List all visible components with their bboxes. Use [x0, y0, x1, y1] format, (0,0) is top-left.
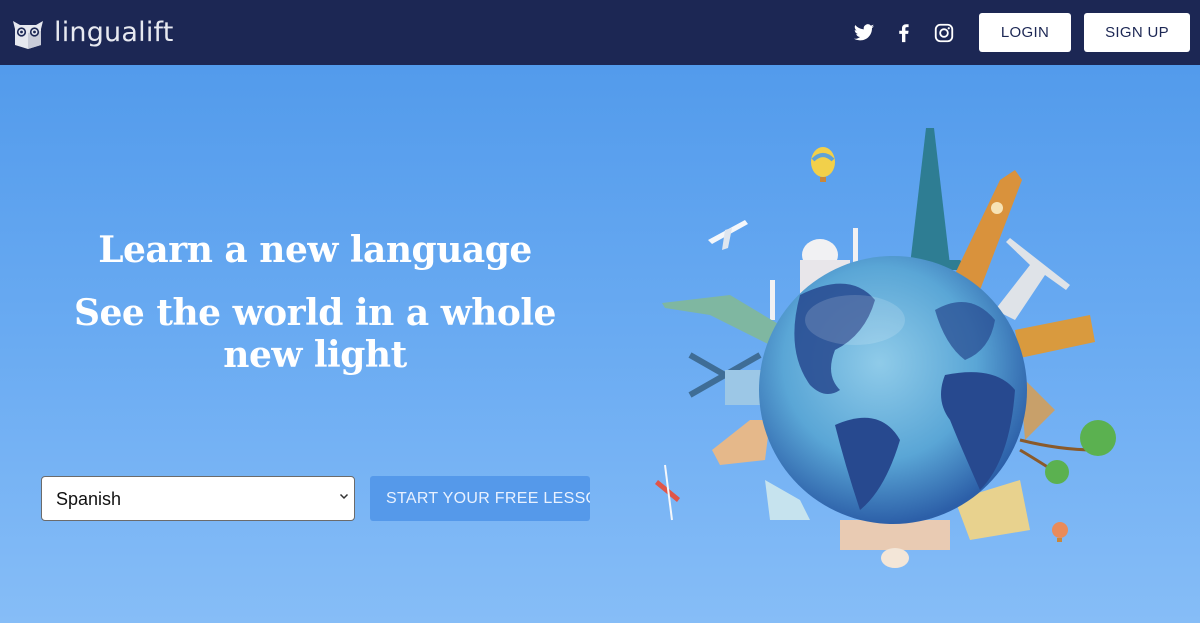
login-button[interactable]: LOGIN	[979, 13, 1071, 52]
facebook-icon[interactable]	[893, 22, 915, 44]
airplane-icon	[708, 220, 748, 250]
big-ben-icon	[952, 170, 1022, 290]
statue-of-liberty-icon	[662, 295, 780, 345]
twitter-icon[interactable]	[853, 22, 875, 44]
start-free-lesson-button[interactable]: START YOUR FREE LESSON	[370, 476, 590, 521]
top-navbar: lingualift LOGIN SIGN UP	[0, 0, 1200, 65]
hot-air-balloon-icon	[1052, 522, 1068, 542]
brand-name: lingualift	[54, 17, 174, 48]
windmill-icon	[688, 352, 765, 405]
airplane-icon	[655, 464, 680, 521]
sagrada-familia-icon	[712, 420, 770, 465]
globe-landmarks-illustration	[655, 128, 1116, 568]
hero-text: Learn a new language See the world in a …	[40, 222, 590, 376]
hero-title: Learn a new language	[98, 229, 532, 271]
nav-actions: LOGIN SIGN UP	[853, 13, 1190, 52]
palace-icon	[840, 520, 950, 568]
social-links	[853, 22, 955, 44]
hero-subtitle: See the world in a whole new light	[74, 292, 556, 376]
brand[interactable]: lingualift	[10, 15, 174, 51]
signup-button[interactable]: SIGN UP	[1084, 13, 1190, 52]
instagram-icon[interactable]	[933, 22, 955, 44]
language-select[interactable]: Spanish	[41, 476, 355, 521]
eiffel-tower-icon	[890, 128, 970, 270]
owl-book-logo-icon	[13, 20, 43, 49]
christ-redeemer-icon	[995, 238, 1070, 320]
hot-air-balloon-icon	[811, 147, 835, 182]
globe-icon	[759, 256, 1027, 524]
pisa-tower-icon	[1015, 315, 1095, 358]
